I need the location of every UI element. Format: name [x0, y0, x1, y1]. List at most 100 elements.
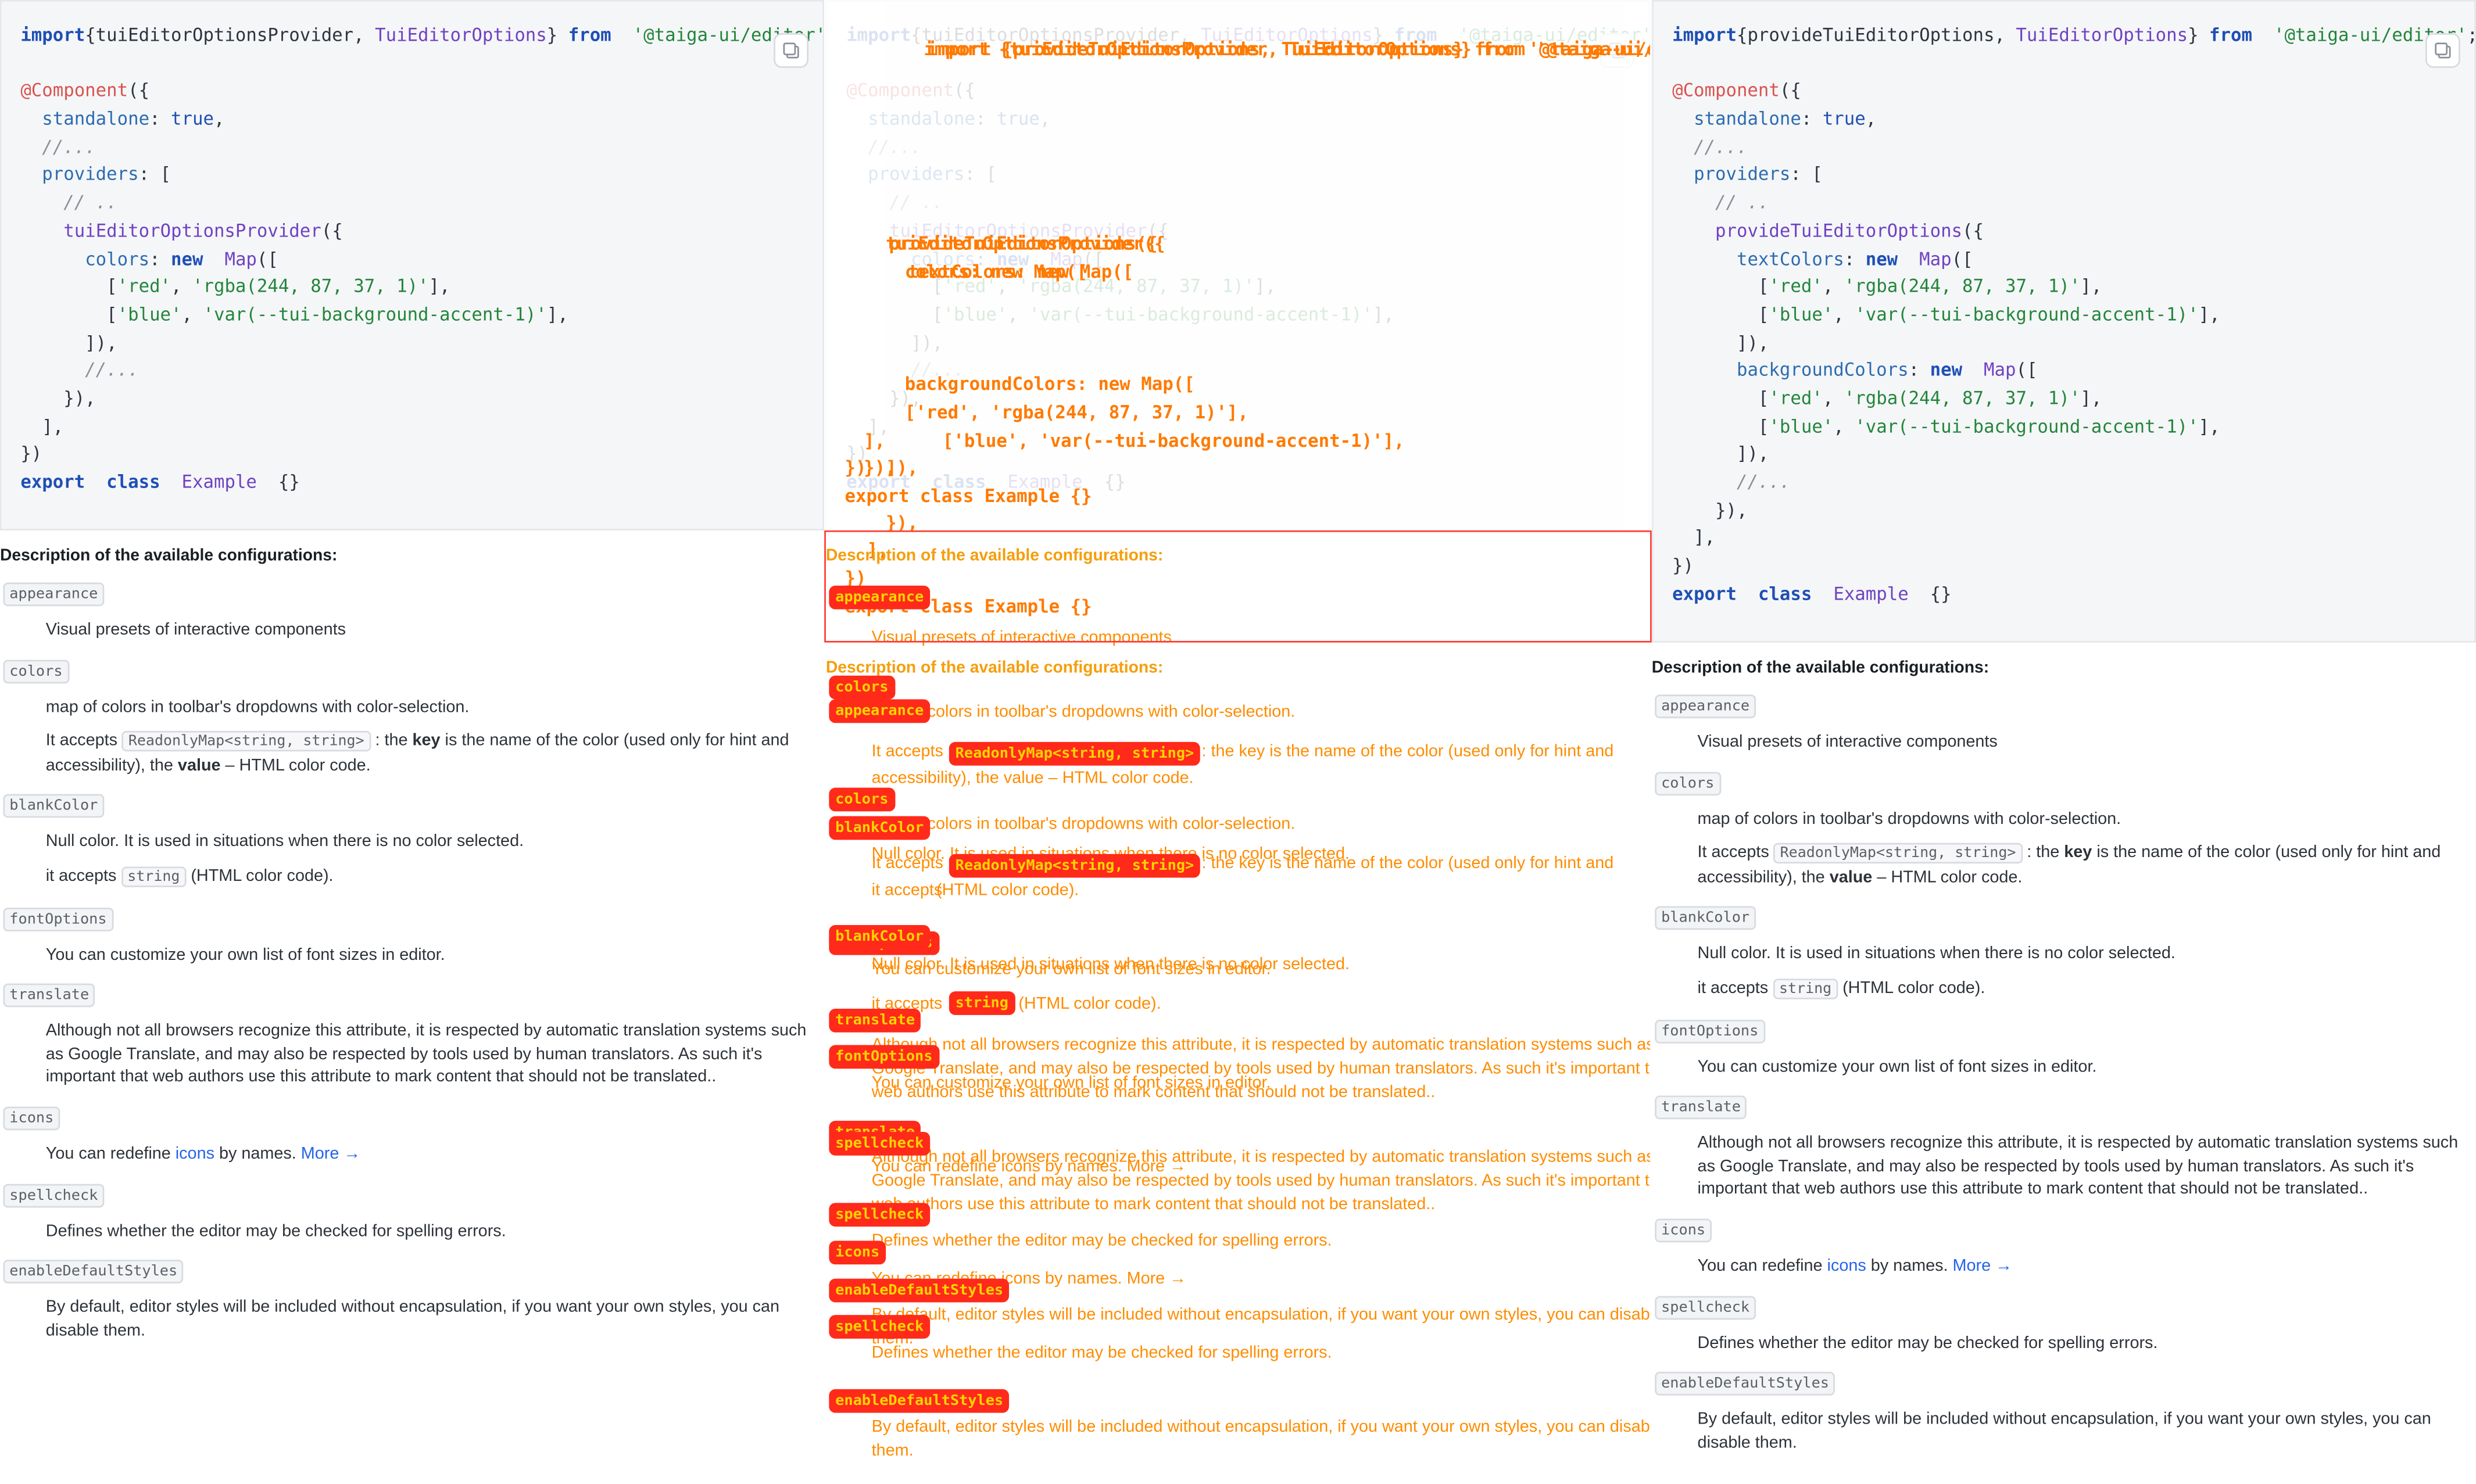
code-token: [ [1672, 416, 1769, 437]
code-token: 'var(--tui-background-accent-1)' [1855, 416, 2199, 437]
inline-code: ReadonlyMap<string, string> [1773, 843, 2023, 864]
option-name: colors [3, 659, 69, 683]
bold-text: value [1829, 868, 1873, 887]
bold-text: key [2064, 843, 2092, 862]
code-token: ([ [1951, 248, 1973, 270]
option-name: blankColor [3, 794, 105, 819]
code-line: }), [1672, 497, 2399, 525]
option-item-enableDefaultStyles: enableDefaultStyles By default, editor st… [1652, 1367, 2476, 1454]
code-line: //... [20, 357, 747, 385]
option-name: translate [3, 983, 96, 1008]
option-item-colors: colors map of colors in toolbar's dropdow… [1652, 766, 2476, 889]
code-token: textColors [1736, 248, 1844, 270]
diff-text-line: Although not all browsers recognize this… [871, 1035, 1651, 1055]
code-token: : [1844, 248, 1866, 270]
diff-text-line: By default, editor styles will be includ… [871, 1305, 1651, 1325]
link[interactable]: icons [176, 1145, 214, 1164]
option-description: Visual presets of interactive components [1698, 731, 2476, 754]
link[interactable]: More → [1953, 1256, 2012, 1275]
options-list-left: appearance Visual presets of interactive … [0, 578, 824, 1342]
code-token: ]), [1672, 444, 1769, 465]
code-line: //... [20, 134, 747, 162]
code-token: , [1822, 276, 1844, 297]
option-item-fontOptions: fontOptions You can customize your own li… [0, 902, 824, 966]
description-title-right: Description of the available configurati… [1651, 659, 1990, 678]
text: – HTML color code. [1872, 868, 2023, 887]
code-token: }), [20, 388, 96, 409]
text: You can redefine [1697, 1256, 1827, 1276]
bold-text: key [412, 731, 441, 750]
copy-button-right[interactable] [2425, 33, 2460, 68]
option-description: map of colors in toolbar's dropdowns wit… [46, 696, 824, 777]
diff-code-line: ], [864, 431, 886, 452]
code-token: ([ [2016, 360, 2038, 381]
code-line: ['blue', 'var(--tui-background-accent-1)… [1672, 302, 2399, 329]
code-token: standalone [42, 109, 150, 130]
code-token: Map [224, 248, 257, 270]
options-list-right: appearance Visual presets of interactive … [1652, 690, 2476, 1454]
code-token: [ [1672, 304, 1769, 325]
text: It accepts [1697, 843, 1774, 862]
code-token: ], [546, 304, 568, 325]
code-token: ], [2198, 416, 2220, 437]
code-token: } [546, 25, 568, 46]
option-item-appearance: appearance Visual presets of interactive … [0, 578, 824, 641]
diff-text-line: You can customize your own list of font … [871, 1073, 1271, 1093]
diff-text-line: You can redefine icons by names. More → [871, 1157, 1186, 1177]
diff-text-line: accessibility), the value – HTML color c… [871, 769, 1194, 788]
code-token: providers [1694, 164, 1791, 186]
code-token: ], [1672, 528, 1716, 549]
bold-text: value [177, 755, 221, 775]
code-token: TuiEditorOptions [375, 25, 547, 46]
option-item-appearance: appearance Visual presets of interactive … [1652, 690, 2476, 754]
code-token: {tuiEditorOptionsProvider, [85, 25, 375, 46]
code-token: // .. [63, 192, 117, 214]
code-token: new [1930, 360, 1963, 381]
code-token: //... [85, 360, 139, 381]
code-token: , [1865, 109, 1877, 130]
code-line: export class Example {} [1672, 580, 2399, 608]
diff-tag: fontOptions [829, 1045, 939, 1069]
diff-text-line: map of colors in toolbar's dropdowns wit… [871, 702, 1296, 722]
right-panel: import{provideTuiEditorOptions, TuiEdito… [1651, 0, 2476, 1484]
code-line: backgroundColors: new Map([ [1672, 357, 2399, 385]
link[interactable]: More → [301, 1145, 360, 1164]
description-title-left: Description of the available configurati… [0, 547, 338, 565]
diff-tag: icons [829, 1241, 886, 1265]
code-token: class [1758, 583, 1812, 604]
left-panel: import{tuiEditorOptionsProvider, TuiEdit… [0, 0, 825, 1484]
option-name: enableDefaultStyles [1655, 1372, 1835, 1396]
diff-text-line: Null color. It is used in situations whe… [871, 955, 1350, 974]
code-token: 'red' [117, 276, 171, 297]
code-token: 'blue' [1769, 304, 1834, 325]
text: : the [2022, 843, 2064, 862]
code-line: @Component({ [1672, 78, 2399, 106]
code-token: @Component [1672, 81, 1780, 102]
code-token: true [171, 109, 214, 130]
code-token: Map [1919, 248, 1952, 270]
text: Although not all browsers recognize this… [45, 1021, 807, 1087]
code-block-left: import{tuiEditorOptionsProvider, TuiEdit… [0, 0, 825, 530]
link[interactable]: icons [1827, 1256, 1866, 1275]
code-token: [ [1672, 276, 1769, 297]
diff-text-line: it accepts [871, 880, 943, 900]
code-line: providers: [ [20, 162, 747, 189]
code-token: //... [42, 137, 96, 158]
option-item-translate: translate Although not all browsers recog… [0, 979, 824, 1089]
code-token: ], [2198, 304, 2220, 325]
option-item-colors: colors map of colors in toolbar's dropdow… [0, 654, 824, 777]
option-description: Visual presets of interactive components [46, 619, 824, 642]
code-line: ]), [1672, 329, 2399, 357]
option-description: Although not all browsers recognize this… [46, 1020, 824, 1089]
code-token: , [171, 276, 193, 297]
code-lines-right: import{provideTuiEditorOptions, TuiEdito… [1672, 22, 2476, 608]
copy-button-left[interactable] [774, 33, 809, 68]
